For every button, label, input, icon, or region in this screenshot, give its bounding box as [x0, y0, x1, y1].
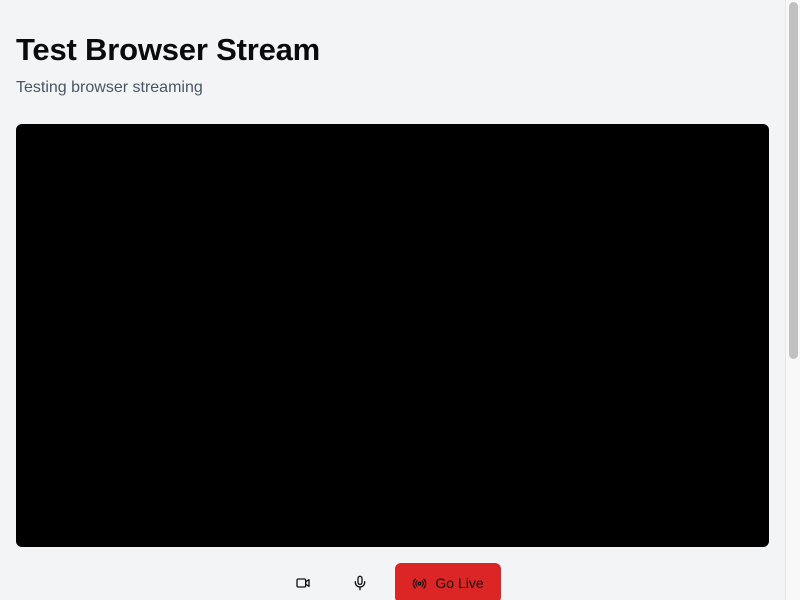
page-title: Test Browser Stream: [16, 32, 321, 67]
radio-broadcast-icon: [412, 576, 427, 591]
go-live-label: Go Live: [435, 575, 484, 591]
video-preview: [16, 124, 769, 547]
camera-toggle-button[interactable]: [285, 565, 321, 600]
go-live-button[interactable]: Go Live: [395, 563, 501, 600]
scrollbar-thumb[interactable]: [789, 2, 798, 359]
video-camera-icon: [295, 575, 311, 591]
microphone-toggle-button[interactable]: [342, 565, 378, 600]
stream-controls: Go Live: [16, 563, 769, 600]
stream-page: Test Browser Stream Testing browser stre…: [0, 0, 800, 600]
microphone-icon: [352, 575, 368, 591]
page-subtitle: Testing browser streaming: [16, 79, 203, 96]
vertical-scrollbar[interactable]: [785, 0, 800, 600]
